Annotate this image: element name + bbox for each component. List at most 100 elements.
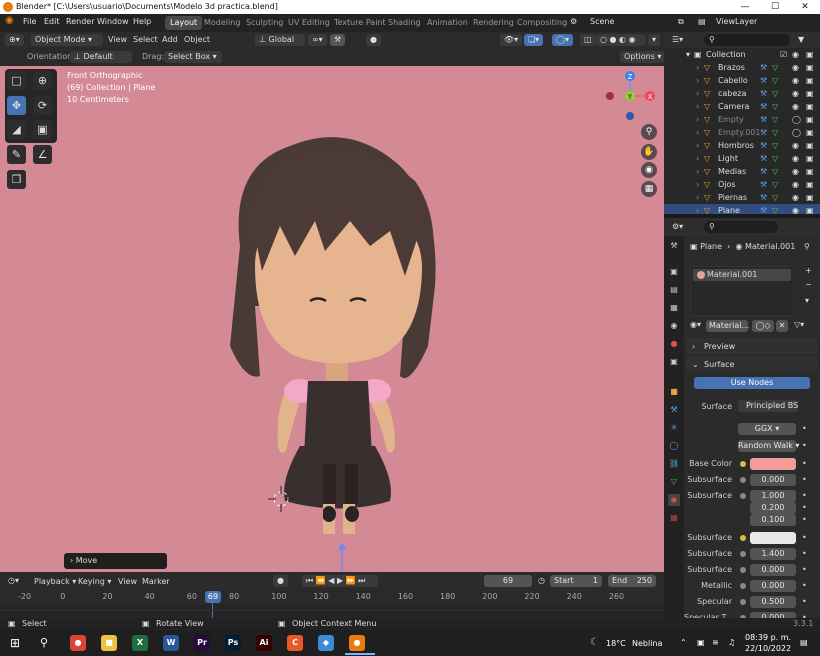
outliner-item-row[interactable]: › ▽ Brazos ⚒ ▽ ◉ ▣ <box>664 61 820 74</box>
material-name-field[interactable]: Material... <box>706 320 749 332</box>
fake-user-icon[interactable]: ◯◇ <box>752 320 774 332</box>
camera-icon[interactable]: ▣ <box>806 139 814 152</box>
outliner-type-icon[interactable]: ☰▾ <box>672 35 683 44</box>
unlink-material-icon[interactable]: ✕ <box>776 320 788 332</box>
mesh-data-icon[interactable]: ▽ <box>772 126 778 139</box>
keyframe-dot-icon[interactable]: • <box>802 515 807 524</box>
outliner-item-row[interactable]: › ▽ cabeza ⚒ ▽ ◉ ▣ <box>664 87 820 100</box>
notifications-icon[interactable]: ▤ <box>800 638 808 647</box>
mesh-data-icon[interactable]: ▽ <box>772 152 778 165</box>
texture-tab-icon[interactable]: ▦ <box>668 512 680 524</box>
keyframe-dot-icon[interactable]: • <box>802 459 807 468</box>
tray-wifi-icon[interactable]: ≊ <box>712 638 719 647</box>
camera-icon[interactable]: ▣ <box>806 178 814 191</box>
outliner-item-row[interactable]: › ▽ Empty ⚒ ▽ ◯ ▣ <box>664 113 820 126</box>
proportional-edit-icon[interactable]: ● <box>366 34 381 46</box>
data-tab-icon[interactable]: ▽ <box>668 476 680 488</box>
add-slot-button[interactable]: + <box>805 266 812 275</box>
expand-arrow-icon[interactable]: ▾ <box>686 48 690 61</box>
gizmo-neg-z[interactable] <box>626 112 634 120</box>
mesh-data-icon[interactable]: ▽ <box>772 74 778 87</box>
annotate-tool-icon[interactable]: ✎ <box>7 145 26 164</box>
modifier-icon[interactable]: ⚒ <box>760 165 767 178</box>
filter-icon[interactable]: ▼ <box>798 35 804 44</box>
value-field[interactable]: 0.000 <box>750 564 796 576</box>
menu-playback[interactable]: Playback ▾ <box>34 577 76 586</box>
eye-icon[interactable]: ◉ <box>792 191 799 204</box>
outliner-item-row[interactable]: › ▽ Piernas ⚒ ▽ ◉ ▣ <box>664 191 820 204</box>
camera-icon[interactable]: ▣ <box>806 152 814 165</box>
outliner-item-row[interactable]: › ▽ Hombros ⚒ ▽ ◉ ▣ <box>664 139 820 152</box>
3d-viewport[interactable]: Front Orthographic (69) Collection | Pla… <box>0 66 664 572</box>
tab-modeling[interactable]: Modeling <box>199 16 245 30</box>
world-tab-icon[interactable]: ● <box>668 338 680 350</box>
camera-icon[interactable]: ▣ <box>806 87 814 100</box>
mesh-data-icon[interactable]: ▽ <box>772 191 778 204</box>
modifier-icon[interactable]: ⚒ <box>760 178 767 191</box>
navigation-gizmo[interactable]: Z Y X <box>600 68 660 124</box>
menu-window[interactable]: Window <box>97 17 129 26</box>
properties-type-icon[interactable]: ⚙▾ <box>672 222 683 231</box>
last-operator-panel[interactable]: › Move <box>64 553 167 569</box>
value-field[interactable]: 0.000 <box>750 474 796 486</box>
keyframe-dot-icon[interactable]: • <box>802 565 807 574</box>
particles-tab-icon[interactable]: ✳ <box>668 422 680 434</box>
outliner-item-row[interactable]: › ▽ Medias ⚒ ▽ ◉ ▣ <box>664 165 820 178</box>
tab-texture-paint[interactable]: Texture Paint <box>329 16 391 30</box>
options-dropdown[interactable]: Options ▾ <box>620 51 666 63</box>
tab-animation[interactable]: Animation <box>422 16 473 30</box>
expand-arrow-icon[interactable]: › <box>696 139 699 152</box>
perspective-toggle-icon[interactable]: ▦ <box>641 181 657 197</box>
modifier-icon[interactable]: ⚒ <box>760 152 767 165</box>
gizmo-neg-x[interactable] <box>606 92 614 100</box>
orientation-dropdown[interactable]: ⊥ Default <box>70 51 132 63</box>
tab-compositing[interactable]: Compositing <box>512 16 572 30</box>
keyframe-dot-icon[interactable]: • <box>802 581 807 590</box>
modifier-icon[interactable]: ⚒ <box>760 191 767 204</box>
eye-icon[interactable]: ◉ <box>792 100 799 113</box>
timeline-ruler[interactable] <box>0 590 664 604</box>
distribution-dropdown[interactable]: GGX ▾ <box>738 423 796 435</box>
outliner-item-row[interactable]: › ▽ Light ⚒ ▽ ◉ ▣ <box>664 152 820 165</box>
menu-help[interactable]: Help <box>133 17 151 26</box>
modifier-icon[interactable]: ⚒ <box>760 61 767 74</box>
eye-icon[interactable]: ◯ <box>792 113 801 126</box>
taskbar-app-other-icon[interactable]: ◆ <box>318 635 334 651</box>
menu-file[interactable]: File <box>23 17 36 26</box>
keyframe-dot-icon[interactable]: • <box>802 597 807 606</box>
eye-icon[interactable]: ◉ <box>792 87 799 100</box>
close-button[interactable]: ✕ <box>790 0 820 14</box>
maximize-button[interactable]: ☐ <box>760 0 790 14</box>
clock-date[interactable]: 22/10/2022 <box>745 644 791 653</box>
menu-select[interactable]: Select <box>133 35 158 44</box>
constraints-tab-icon[interactable]: ⛓ <box>668 458 680 470</box>
taskbar-app-chrome-icon[interactable]: ● <box>70 635 86 651</box>
modifier-icon[interactable]: ⚒ <box>760 113 767 126</box>
tray-volume-icon[interactable]: ♫ <box>728 638 735 647</box>
scale-tool-icon[interactable]: ◢ <box>7 120 26 139</box>
preview-panel[interactable]: › Preview <box>686 338 818 354</box>
keyframe-dot-icon[interactable]: • <box>802 549 807 558</box>
surface-shader-field[interactable]: Principled BS <box>738 400 798 412</box>
transform-tool-icon[interactable]: ▣ <box>33 120 52 139</box>
camera-icon[interactable]: ▣ <box>806 48 814 61</box>
physics-tab-icon[interactable]: ◯ <box>668 440 680 452</box>
mesh-data-icon[interactable]: ▽ <box>772 139 778 152</box>
windows-start-icon[interactable]: ⊞ <box>10 636 20 650</box>
eye-icon[interactable]: ◉ <box>792 61 799 74</box>
outliner-item-row[interactable]: › ▽ Cabello ⚒ ▽ ◉ ▣ <box>664 74 820 87</box>
menu-object[interactable]: Object <box>184 35 210 44</box>
value-field[interactable]: 1.000 <box>750 490 796 502</box>
tool-tab-icon[interactable]: ⚒ <box>668 240 680 252</box>
weather-temp[interactable]: 18°C <box>606 639 626 648</box>
taskbar-app-illustrator-icon[interactable]: Ai <box>256 635 272 651</box>
clock-time[interactable]: 08:39 p. m. <box>745 633 791 642</box>
expand-arrow-icon[interactable]: › <box>696 74 699 87</box>
color-swatch-field[interactable] <box>750 532 796 544</box>
expand-arrow-icon[interactable]: › <box>696 126 699 139</box>
camera-icon[interactable]: ▣ <box>806 191 814 204</box>
editor-type-icon[interactable]: ⊕▾ <box>5 34 24 46</box>
modifier-icon[interactable]: ⚒ <box>760 87 767 100</box>
overlay-toggle-icon[interactable]: ◯▾ <box>552 34 573 46</box>
outliner-search-input[interactable]: ⚲ <box>704 34 790 46</box>
